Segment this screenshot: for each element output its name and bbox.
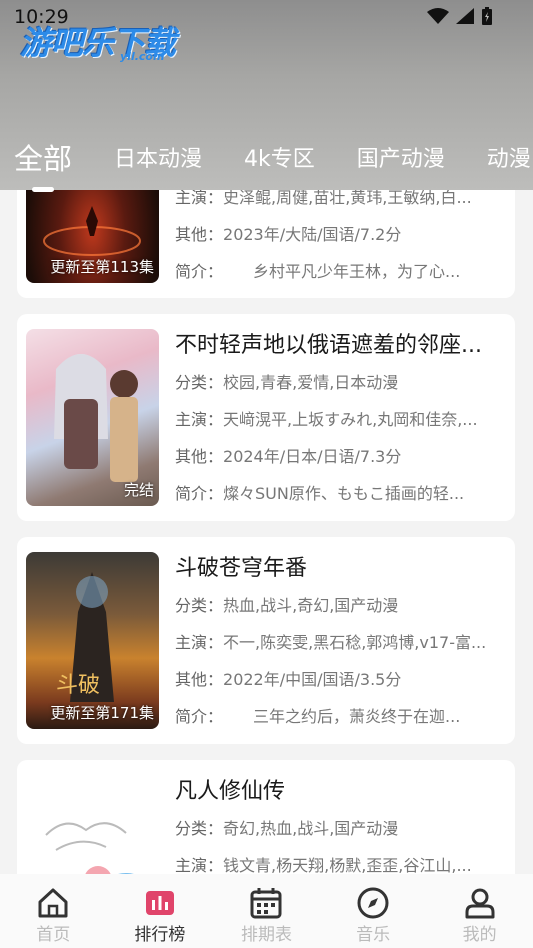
- list-item[interactable]: 斗破 更新至第171集 斗破苍穹年番 分类：热血,战斗,奇幻,国产动漫 主演：不…: [17, 537, 515, 744]
- other-row: 其他：2022年/中国/国语/3.5分: [175, 670, 402, 689]
- card-info: 主演：史泽鲲,周健,苗壮,黄玮,王敏纳,白... 其他：2023年/大陆/国语/…: [175, 186, 505, 290]
- category-row: 分类：校园,青春,爱情,日本动漫: [175, 373, 399, 392]
- nav-label: 排期表: [240, 925, 292, 945]
- intro-row: 简介： 三年之约后，萧炎终于在迦...: [175, 707, 461, 726]
- other-row: 其他：2023年/大陆/国语/7.2分: [175, 225, 402, 244]
- nav-ranking[interactable]: 排行榜: [107, 874, 214, 948]
- card-title: 凡人修仙传: [175, 779, 286, 804]
- category-row: 分类：奇幻,热血,战斗,国产动漫: [175, 819, 399, 838]
- cast-row: 主演：不一,陈奕雯,黑石稔,郭鸿博,v17-富...: [175, 633, 487, 652]
- nav-label: 排行榜: [134, 925, 186, 945]
- list-item[interactable]: 完结 不时轻声地以俄语遮羞的邻座... 分类：校园,青春,爱情,日本动漫 主演：…: [17, 314, 515, 521]
- category-row: 分类：热血,战斗,奇幻,国产动漫: [175, 596, 399, 615]
- cast-row: 主演：天﨑滉平,上坂すみれ,丸岡和佳奈,...: [175, 410, 478, 429]
- card-info: 斗破苍穹年番 分类：热血,战斗,奇幻,国产动漫 主演：不一,陈奕雯,黑石稔,郭鸿…: [175, 551, 505, 735]
- tab-4k[interactable]: 4k专区: [244, 141, 315, 173]
- battery-icon: [482, 7, 492, 25]
- nav-home[interactable]: 首页: [0, 874, 107, 948]
- nav-label: 首页: [36, 925, 71, 945]
- status-icons: [427, 6, 493, 26]
- poster-image: 斗破 更新至第171集: [26, 552, 159, 729]
- poster-image: 完结: [26, 329, 159, 506]
- app-logo-sub: yll.com: [120, 50, 165, 63]
- nav-label: 我的: [462, 925, 497, 945]
- cast-row: 主演：史泽鲲,周健,苗壮,黄玮,王敏纳,白...: [175, 188, 472, 207]
- list-item[interactable]: 凡人修仙传 分类：奇幻,热血,战斗,国产动漫 主演：钱文青,杨天翔,杨默,歪歪,…: [17, 760, 515, 874]
- card-title: 斗破苍穹年番: [175, 556, 308, 581]
- card-info: 不时轻声地以俄语遮羞的邻座... 分类：校园,青春,爱情,日本动漫 主演：天﨑滉…: [175, 328, 505, 512]
- compass-icon: [357, 887, 389, 919]
- other-row: 其他：2024年/日本/日语/7.3分: [175, 447, 402, 466]
- user-icon: [465, 888, 495, 919]
- ranking-icon: [145, 891, 174, 915]
- wifi-icon: [427, 8, 449, 24]
- video-list: 更新至第113集 主演：史泽鲲,周健,苗壮,黄玮,王敏纳,白... 其他：202…: [0, 186, 533, 874]
- calendar-icon: [250, 888, 282, 919]
- tab-indicator: [32, 187, 54, 192]
- nav-label: 音乐: [356, 925, 391, 945]
- category-tabs: 全部 日本动漫 4k专区 国产动漫 动漫: [0, 130, 533, 192]
- intro-row: 简介：燦々SUN原作、ももこ插画的轻...: [175, 484, 465, 503]
- bottom-nav: 首页 排行榜 排期表 音乐 我的: [0, 874, 533, 948]
- nav-schedule[interactable]: 排期表: [213, 874, 320, 948]
- status-badge: 完结: [123, 481, 154, 499]
- tab-domestic-anime[interactable]: 国产动漫: [357, 141, 445, 173]
- svg-text:斗破: 斗破: [56, 673, 100, 698]
- list-item[interactable]: 更新至第113集 主演：史泽鲲,周健,苗壮,黄玮,王敏纳,白... 其他：202…: [17, 186, 515, 298]
- poster-image: [26, 775, 159, 874]
- tab-anime[interactable]: 动漫: [487, 141, 531, 173]
- cast-row: 主演：钱文青,杨天翔,杨默,歪歪,谷江山,...: [175, 856, 472, 874]
- nav-profile[interactable]: 我的: [426, 874, 533, 948]
- tab-all[interactable]: 全部: [14, 136, 72, 192]
- episode-badge: 更新至第171集: [50, 704, 154, 722]
- home-icon: [38, 888, 68, 918]
- episode-badge: 更新至第113集: [50, 258, 154, 276]
- poster-image: 更新至第113集: [26, 186, 159, 283]
- tab-japanese-anime[interactable]: 日本动漫: [114, 141, 202, 173]
- card-title: 不时轻声地以俄语遮羞的邻座...: [175, 333, 482, 358]
- card-info: 凡人修仙传 分类：奇幻,热血,战斗,国产动漫 主演：钱文青,杨天翔,杨默,歪歪,…: [175, 774, 505, 874]
- nav-music[interactable]: 音乐: [320, 874, 427, 948]
- intro-row: 简介： 乡村平凡少年王林，为了心...: [175, 262, 461, 281]
- signal-icon: [456, 8, 474, 24]
